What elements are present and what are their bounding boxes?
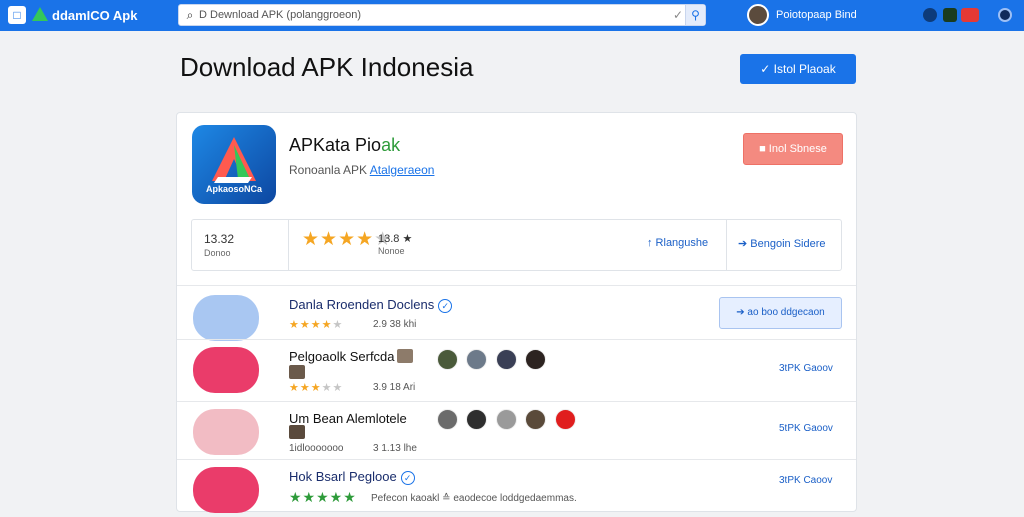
separator [177, 401, 856, 402]
stats-panel: 13.32 Donoo ★★★★★ 13.8 ★ Nonoe ↑ Rlangus… [191, 219, 842, 271]
list-item[interactable]: Pelgoaolk Serfcda ★★★★★ 3.9 18 Ari 3tPK … [177, 341, 856, 397]
avatar [525, 409, 547, 430]
user-avatars [437, 409, 580, 431]
list-item-icon [193, 409, 259, 455]
settings-icon[interactable] [998, 8, 1012, 22]
rating-stars: ★★★★★ [289, 319, 344, 331]
search-bar[interactable]: ⌕ ✓ ⚲ [178, 4, 706, 26]
verified-icon: ✓ [400, 471, 415, 485]
rating-stars: ★★★★★ [289, 382, 344, 394]
avatar [437, 349, 458, 370]
separator [177, 339, 856, 340]
rating-value: 13.8 ★ [378, 233, 413, 245]
divider [288, 220, 289, 270]
developer-link[interactable]: Atalgeraeon [370, 163, 435, 177]
list-item-title: Um Bean Alemlotele [289, 411, 407, 426]
search-button[interactable]: ⚲ [685, 5, 705, 25]
verified-icon: ✓ [438, 299, 453, 313]
list-item-title: Hok Bsarl Peglooe [289, 469, 397, 484]
list-item-meta: Pefecon kaoakl ≙ eaodecoe loddgedaemmas. [371, 493, 577, 504]
size-value: 13.32 [204, 232, 235, 246]
install-button[interactable]: ✓ Istol Plaoak [740, 54, 856, 84]
rating-stars: ★★★★★ [289, 489, 357, 505]
user-name[interactable]: Poiotopaap Bind [776, 9, 857, 21]
list-item[interactable]: Danla Rroenden Doclens ✓ ★★★★★ 2.9 38 khi… [177, 289, 856, 345]
app-subtitle: Ronoanla APK Atalgeraeon [289, 163, 435, 177]
avatar [525, 349, 547, 370]
avatar [289, 365, 305, 379]
app-icon: ApkaosoNCa [192, 125, 276, 204]
list-item-meta: 3 1.13 lhe [373, 443, 417, 454]
list-item-icon [193, 347, 259, 393]
app-card: ApkaosoNCa APKata Pioak Ronoanla APK Ata… [176, 112, 857, 513]
list-item-meta-left: 1idlooooooo [289, 443, 344, 454]
avatar [397, 349, 413, 363]
stat-link-2[interactable]: ➔ Bengoin Sidere [738, 237, 826, 250]
brand-triangle-icon [32, 7, 48, 21]
app-icon-label: ApkaosoNCa [205, 184, 262, 194]
page-title: Download APK Indonesia [180, 52, 474, 82]
list-item-link[interactable]: 3tPK Caoov [779, 475, 832, 486]
notification-icon[interactable] [923, 8, 937, 22]
user-avatars [437, 349, 550, 371]
list-item-meta: 2.9 38 khi [373, 319, 417, 330]
avatar [495, 409, 517, 430]
search-icon: ⌕ [186, 8, 194, 22]
list-item[interactable]: Um Bean Alemlotele 1idlooooooo 3 1.13 lh… [177, 403, 856, 459]
rating-label: Nonoe [378, 246, 405, 256]
list-item-meta: 3.9 18 Ari [373, 382, 416, 393]
check-icon: ✓ [672, 8, 684, 22]
list-item-icon [193, 295, 259, 341]
separator [177, 459, 856, 460]
alert-icon[interactable] [961, 8, 979, 22]
search-input[interactable] [199, 7, 669, 23]
avatar [437, 409, 458, 430]
report-button[interactable]: ■ Inol Sbnese [743, 133, 843, 165]
divider [726, 220, 727, 270]
list-item-link[interactable]: 3tPK Gaoov [779, 363, 833, 374]
top-bar: □ ddamICO Apk ⌕ ✓ ⚲ Poiotopaap Bind [0, 0, 1024, 31]
avatar [495, 349, 517, 370]
list-item-icon [193, 467, 259, 513]
avatar [554, 409, 576, 430]
app-logo-icon[interactable]: □ [8, 6, 26, 24]
user-avatar[interactable] [747, 4, 769, 26]
app-name: APKata Pioak [289, 135, 401, 155]
list-item-title: Pelgoaolk Serfcda [289, 349, 395, 364]
avatar [466, 349, 488, 370]
list-item[interactable]: Hok Bsarl Peglooe ✓ ★★★★★ Pefecon kaoakl … [177, 461, 856, 517]
stat-link-1[interactable]: ↑ Rlangushe [647, 237, 708, 249]
list-item-button[interactable]: ➔ ao boo ddgecaon [719, 297, 842, 329]
brand-name[interactable]: ddamICO Apk [52, 8, 137, 23]
list-item-link[interactable]: 5tPK Gaoov [779, 423, 833, 434]
app-icon[interactable] [943, 8, 957, 22]
size-label: Donoo [204, 248, 231, 258]
list-item-title: Danla Rroenden Doclens [289, 297, 435, 312]
separator [177, 285, 856, 286]
avatar [466, 409, 488, 430]
avatar [289, 425, 305, 439]
